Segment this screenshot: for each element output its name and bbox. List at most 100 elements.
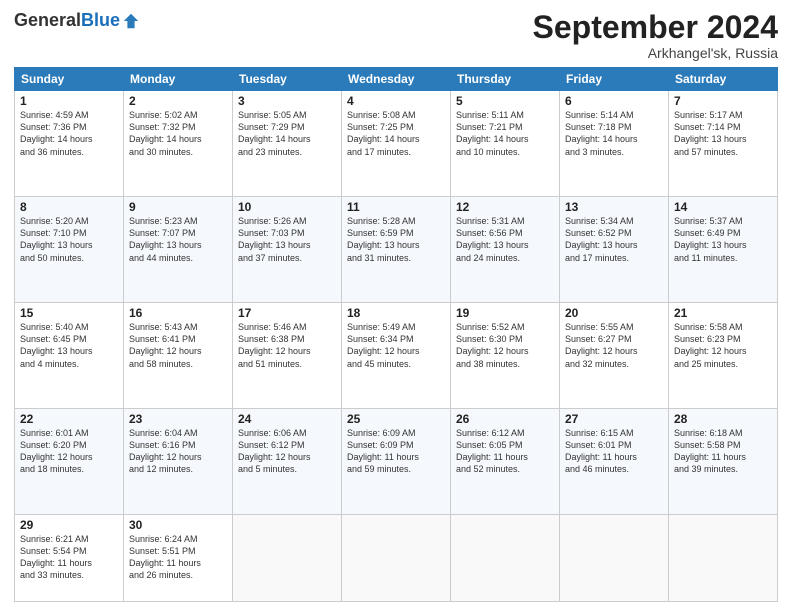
- day-number: 18: [347, 306, 445, 320]
- calendar-table: Sunday Monday Tuesday Wednesday Thursday…: [14, 67, 778, 602]
- day-info: Sunrise: 5:23 AM Sunset: 7:07 PM Dayligh…: [129, 215, 227, 264]
- day-number: 28: [674, 412, 772, 426]
- day-info: Sunrise: 6:06 AM Sunset: 6:12 PM Dayligh…: [238, 427, 336, 476]
- day-info: Sunrise: 5:43 AM Sunset: 6:41 PM Dayligh…: [129, 321, 227, 370]
- table-row: 2Sunrise: 5:02 AM Sunset: 7:32 PM Daylig…: [124, 91, 233, 197]
- day-info: Sunrise: 5:37 AM Sunset: 6:49 PM Dayligh…: [674, 215, 772, 264]
- day-info: Sunrise: 5:11 AM Sunset: 7:21 PM Dayligh…: [456, 109, 554, 158]
- day-info: Sunrise: 5:17 AM Sunset: 7:14 PM Dayligh…: [674, 109, 772, 158]
- day-number: 24: [238, 412, 336, 426]
- day-info: Sunrise: 5:20 AM Sunset: 7:10 PM Dayligh…: [20, 215, 118, 264]
- day-info: Sunrise: 5:26 AM Sunset: 7:03 PM Dayligh…: [238, 215, 336, 264]
- day-info: Sunrise: 5:08 AM Sunset: 7:25 PM Dayligh…: [347, 109, 445, 158]
- table-row: 19Sunrise: 5:52 AM Sunset: 6:30 PM Dayli…: [451, 303, 560, 409]
- day-info: Sunrise: 5:28 AM Sunset: 6:59 PM Dayligh…: [347, 215, 445, 264]
- table-row: 8Sunrise: 5:20 AM Sunset: 7:10 PM Daylig…: [15, 197, 124, 303]
- table-row: 26Sunrise: 6:12 AM Sunset: 6:05 PM Dayli…: [451, 409, 560, 515]
- page: GeneralBlue September 2024 Arkhangel'sk,…: [0, 0, 792, 612]
- day-number: 25: [347, 412, 445, 426]
- table-row: [451, 515, 560, 602]
- location: Arkhangel'sk, Russia: [533, 45, 778, 61]
- day-number: 6: [565, 94, 663, 108]
- day-number: 12: [456, 200, 554, 214]
- day-number: 4: [347, 94, 445, 108]
- day-number: 1: [20, 94, 118, 108]
- day-info: Sunrise: 4:59 AM Sunset: 7:36 PM Dayligh…: [20, 109, 118, 158]
- day-number: 17: [238, 306, 336, 320]
- day-info: Sunrise: 5:55 AM Sunset: 6:27 PM Dayligh…: [565, 321, 663, 370]
- col-wednesday: Wednesday: [342, 68, 451, 91]
- day-info: Sunrise: 6:15 AM Sunset: 6:01 PM Dayligh…: [565, 427, 663, 476]
- logo-icon: [122, 12, 140, 30]
- logo-general: General: [14, 10, 81, 31]
- table-row: 4Sunrise: 5:08 AM Sunset: 7:25 PM Daylig…: [342, 91, 451, 197]
- day-info: Sunrise: 5:58 AM Sunset: 6:23 PM Dayligh…: [674, 321, 772, 370]
- day-number: 15: [20, 306, 118, 320]
- day-info: Sunrise: 5:31 AM Sunset: 6:56 PM Dayligh…: [456, 215, 554, 264]
- day-number: 23: [129, 412, 227, 426]
- table-row: 3Sunrise: 5:05 AM Sunset: 7:29 PM Daylig…: [233, 91, 342, 197]
- table-row: 24Sunrise: 6:06 AM Sunset: 6:12 PM Dayli…: [233, 409, 342, 515]
- day-info: Sunrise: 5:05 AM Sunset: 7:29 PM Dayligh…: [238, 109, 336, 158]
- table-row: 17Sunrise: 5:46 AM Sunset: 6:38 PM Dayli…: [233, 303, 342, 409]
- col-sunday: Sunday: [15, 68, 124, 91]
- day-info: Sunrise: 5:49 AM Sunset: 6:34 PM Dayligh…: [347, 321, 445, 370]
- table-row: 15Sunrise: 5:40 AM Sunset: 6:45 PM Dayli…: [15, 303, 124, 409]
- day-number: 20: [565, 306, 663, 320]
- day-info: Sunrise: 5:02 AM Sunset: 7:32 PM Dayligh…: [129, 109, 227, 158]
- header: GeneralBlue September 2024 Arkhangel'sk,…: [14, 10, 778, 61]
- logo-text: GeneralBlue: [14, 10, 140, 31]
- col-thursday: Thursday: [451, 68, 560, 91]
- table-row: 1Sunrise: 4:59 AM Sunset: 7:36 PM Daylig…: [15, 91, 124, 197]
- day-info: Sunrise: 6:04 AM Sunset: 6:16 PM Dayligh…: [129, 427, 227, 476]
- day-number: 19: [456, 306, 554, 320]
- table-row: 27Sunrise: 6:15 AM Sunset: 6:01 PM Dayli…: [560, 409, 669, 515]
- month-title: September 2024: [533, 10, 778, 45]
- day-info: Sunrise: 5:40 AM Sunset: 6:45 PM Dayligh…: [20, 321, 118, 370]
- day-number: 27: [565, 412, 663, 426]
- table-row: [342, 515, 451, 602]
- day-number: 14: [674, 200, 772, 214]
- table-row: 9Sunrise: 5:23 AM Sunset: 7:07 PM Daylig…: [124, 197, 233, 303]
- table-row: 22Sunrise: 6:01 AM Sunset: 6:20 PM Dayli…: [15, 409, 124, 515]
- table-row: 21Sunrise: 5:58 AM Sunset: 6:23 PM Dayli…: [669, 303, 778, 409]
- day-number: 13: [565, 200, 663, 214]
- table-row: 5Sunrise: 5:11 AM Sunset: 7:21 PM Daylig…: [451, 91, 560, 197]
- day-number: 3: [238, 94, 336, 108]
- table-row: 7Sunrise: 5:17 AM Sunset: 7:14 PM Daylig…: [669, 91, 778, 197]
- table-row: [560, 515, 669, 602]
- day-number: 16: [129, 306, 227, 320]
- table-row: 12Sunrise: 5:31 AM Sunset: 6:56 PM Dayli…: [451, 197, 560, 303]
- table-row: 13Sunrise: 5:34 AM Sunset: 6:52 PM Dayli…: [560, 197, 669, 303]
- header-row: Sunday Monday Tuesday Wednesday Thursday…: [15, 68, 778, 91]
- table-row: 14Sunrise: 5:37 AM Sunset: 6:49 PM Dayli…: [669, 197, 778, 303]
- table-row: [233, 515, 342, 602]
- day-number: 7: [674, 94, 772, 108]
- day-info: Sunrise: 6:12 AM Sunset: 6:05 PM Dayligh…: [456, 427, 554, 476]
- table-row: 18Sunrise: 5:49 AM Sunset: 6:34 PM Dayli…: [342, 303, 451, 409]
- day-number: 22: [20, 412, 118, 426]
- table-row: 23Sunrise: 6:04 AM Sunset: 6:16 PM Dayli…: [124, 409, 233, 515]
- day-info: Sunrise: 6:24 AM Sunset: 5:51 PM Dayligh…: [129, 533, 227, 582]
- day-info: Sunrise: 6:01 AM Sunset: 6:20 PM Dayligh…: [20, 427, 118, 476]
- day-number: 26: [456, 412, 554, 426]
- table-row: 10Sunrise: 5:26 AM Sunset: 7:03 PM Dayli…: [233, 197, 342, 303]
- day-number: 21: [674, 306, 772, 320]
- day-number: 9: [129, 200, 227, 214]
- table-row: 29Sunrise: 6:21 AM Sunset: 5:54 PM Dayli…: [15, 515, 124, 602]
- table-row: 28Sunrise: 6:18 AM Sunset: 5:58 PM Dayli…: [669, 409, 778, 515]
- day-info: Sunrise: 5:46 AM Sunset: 6:38 PM Dayligh…: [238, 321, 336, 370]
- day-info: Sunrise: 6:09 AM Sunset: 6:09 PM Dayligh…: [347, 427, 445, 476]
- day-number: 5: [456, 94, 554, 108]
- day-number: 10: [238, 200, 336, 214]
- table-row: 20Sunrise: 5:55 AM Sunset: 6:27 PM Dayli…: [560, 303, 669, 409]
- table-row: 30Sunrise: 6:24 AM Sunset: 5:51 PM Dayli…: [124, 515, 233, 602]
- day-number: 30: [129, 518, 227, 532]
- logo: GeneralBlue: [14, 10, 140, 31]
- day-number: 2: [129, 94, 227, 108]
- day-info: Sunrise: 6:18 AM Sunset: 5:58 PM Dayligh…: [674, 427, 772, 476]
- table-row: 11Sunrise: 5:28 AM Sunset: 6:59 PM Dayli…: [342, 197, 451, 303]
- table-row: [669, 515, 778, 602]
- col-tuesday: Tuesday: [233, 68, 342, 91]
- logo-blue: Blue: [81, 10, 120, 31]
